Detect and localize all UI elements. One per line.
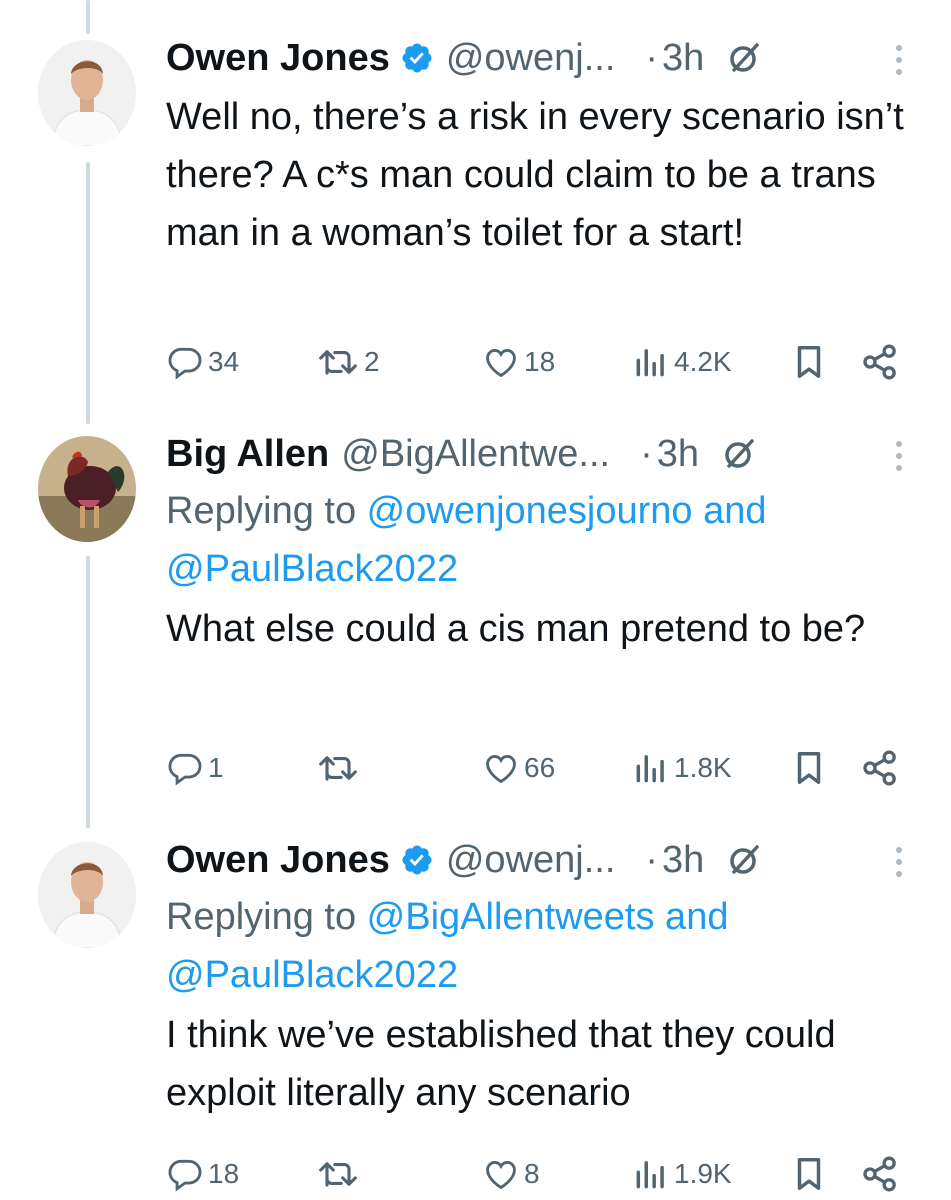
tweet-text: Well no, there’s a risk in every scenari…: [166, 96, 904, 254]
views-icon: [636, 755, 664, 783]
thread-line-top: [86, 0, 90, 34]
views-button[interactable]: 4.2K: [632, 342, 732, 382]
more-options-icon[interactable]: [893, 844, 905, 880]
view-count: 1.8K: [674, 752, 732, 783]
reply-count: 1: [208, 752, 224, 783]
like-count: 66: [524, 752, 556, 783]
like-icon: [486, 1161, 516, 1190]
replying-to-and[interactable]: and: [693, 490, 766, 532]
bookmark-icon: [797, 346, 821, 378]
view-count: 1.9K: [674, 1158, 732, 1189]
bookmark-icon: [797, 1158, 821, 1190]
share-icon: [863, 750, 896, 786]
share-button[interactable]: [860, 748, 900, 788]
verified-badge-icon[interactable]: [400, 843, 434, 877]
tweet-text: I think we’ve established that they coul…: [166, 1014, 836, 1114]
replying-to: Replying to @owenjonesjourno and @PaulBl…: [166, 482, 896, 598]
like-count: 18: [524, 346, 556, 377]
like-count: 8: [524, 1158, 540, 1189]
author-name[interactable]: Owen Jones: [166, 839, 390, 882]
tweet-header: Big Allen @BigAllentwe... · 3h: [166, 426, 931, 482]
retweet-icon: [319, 1162, 357, 1187]
views-button[interactable]: 1.8K: [632, 748, 732, 788]
avatar-big-allen-icon: [38, 436, 136, 542]
author-handle[interactable]: @owenj...: [446, 839, 616, 882]
like-icon: [486, 755, 516, 784]
bookmark-icon: [797, 752, 821, 784]
bookmark-button[interactable]: [792, 342, 826, 382]
reply-button[interactable]: 34: [166, 342, 239, 382]
avatar-owen-jones-icon: [38, 40, 136, 146]
share-icon: [863, 344, 896, 380]
tweet-header: Owen Jones @owenj... · 3h: [166, 832, 931, 888]
tweet-header: Owen Jones @owenj... · 3h: [166, 30, 931, 86]
action-bar: 1 66 1.8K: [166, 748, 906, 788]
replying-to-and[interactable]: and: [655, 896, 728, 938]
timestamp[interactable]: 3h: [657, 433, 699, 476]
share-icon: [863, 1156, 896, 1192]
like-button[interactable]: 18: [482, 342, 555, 382]
reply-count: 18: [208, 1158, 240, 1189]
reply-button[interactable]: 1: [166, 748, 224, 788]
timestamp[interactable]: 3h: [662, 839, 704, 882]
avatar[interactable]: [38, 40, 136, 146]
like-button[interactable]: 66: [482, 748, 555, 788]
separator-dot: ·: [645, 36, 659, 79]
retweet-icon: [319, 756, 357, 781]
retweet-button[interactable]: [316, 1154, 364, 1194]
share-button[interactable]: [860, 342, 900, 382]
bookmark-button[interactable]: [792, 1154, 826, 1194]
separator-dot: ·: [645, 838, 659, 881]
view-count: 4.2K: [674, 346, 732, 377]
reply-button[interactable]: 18: [166, 1154, 239, 1194]
action-bar: 18 8 1.9K: [166, 1154, 906, 1194]
edit-history-icon[interactable]: [726, 40, 762, 76]
share-button[interactable]: [860, 1154, 900, 1194]
avatar-owen-jones-icon: [38, 842, 136, 948]
author-name[interactable]: Big Allen: [166, 433, 329, 476]
verified-badge-icon[interactable]: [400, 41, 434, 75]
author-handle[interactable]: @BigAllentwe...: [341, 433, 610, 476]
reply-icon: [168, 347, 202, 380]
replying-to-prefix: Replying to: [166, 896, 367, 938]
reply-icon: [168, 1159, 202, 1192]
reply-icon: [168, 753, 202, 786]
views-icon: [636, 349, 664, 377]
views-button[interactable]: 1.9K: [632, 1154, 732, 1194]
author-handle[interactable]: @owenj...: [446, 37, 616, 80]
retweet-count: 2: [364, 346, 380, 377]
mention-link[interactable]: @BigAllentweets: [367, 896, 655, 938]
edit-history-icon[interactable]: [721, 436, 757, 472]
mention-link[interactable]: @owenjonesjourno: [367, 490, 693, 532]
more-options-icon[interactable]: [893, 42, 905, 78]
retweet-icon: [319, 350, 357, 375]
replying-to: Replying to @BigAllentweets and @PaulBla…: [166, 888, 896, 1004]
tweet-2[interactable]: Big Allen @BigAllentwe... · 3h Replying …: [0, 426, 951, 806]
more-options-icon[interactable]: [893, 438, 905, 474]
edit-history-icon[interactable]: [726, 842, 762, 878]
retweet-button[interactable]: 2: [316, 342, 380, 382]
timestamp[interactable]: 3h: [662, 37, 704, 80]
replying-to-prefix: Replying to: [166, 490, 367, 532]
retweet-button[interactable]: [316, 748, 364, 788]
separator-dot: ·: [640, 432, 653, 475]
bookmark-button[interactable]: [792, 748, 826, 788]
tweet-text: What else could a cis man pretend to be?: [166, 608, 866, 650]
like-icon: [486, 349, 516, 378]
tweet-3[interactable]: Owen Jones @owenj... · 3h Replying to @B…: [0, 832, 951, 1200]
mention-link[interactable]: @PaulBlack2022: [166, 548, 458, 590]
views-icon: [636, 1161, 664, 1189]
avatar[interactable]: [38, 436, 136, 542]
mention-link[interactable]: @PaulBlack2022: [166, 954, 458, 996]
reply-count: 34: [208, 346, 240, 377]
author-name[interactable]: Owen Jones: [166, 37, 390, 80]
like-button[interactable]: 8: [482, 1154, 540, 1194]
tweet-1[interactable]: Owen Jones @owenj... · 3h Well no, there…: [0, 30, 951, 400]
avatar[interactable]: [38, 842, 136, 948]
action-bar: 34 2 18 4.2K: [166, 342, 906, 382]
